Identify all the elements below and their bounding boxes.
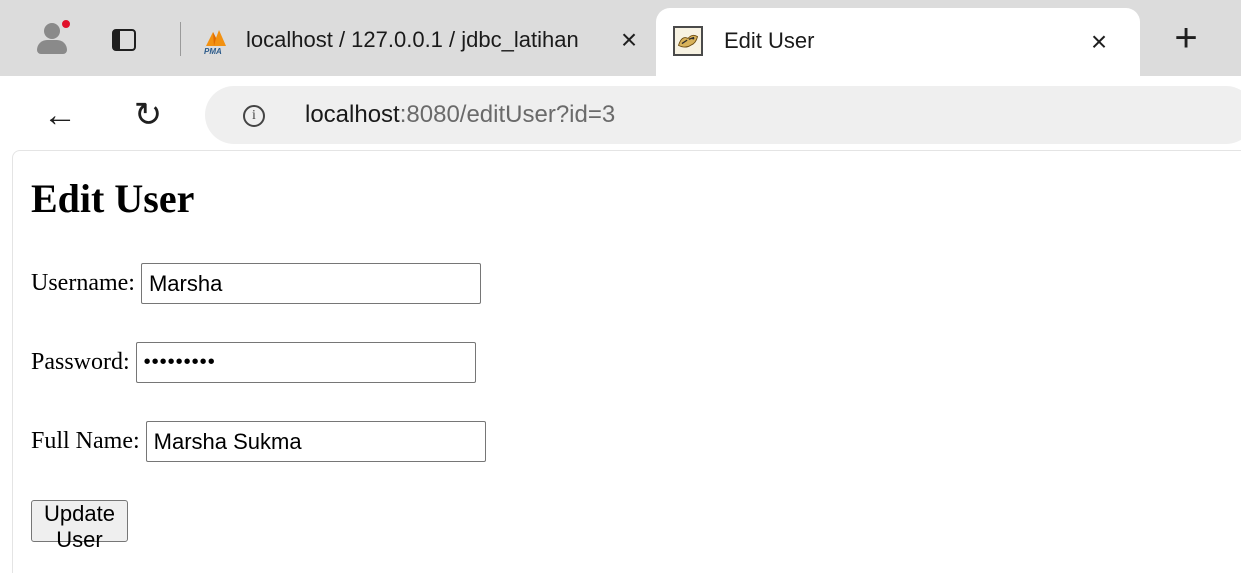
url-path: :8080/editUser?id=3 — [399, 101, 616, 128]
password-label: Password: — [31, 349, 130, 375]
avatar-body — [37, 40, 67, 54]
back-arrow-icon[interactable]: ← — [40, 95, 80, 135]
svg-text:PMA: PMA — [204, 47, 222, 56]
phpmyadmin-icon: PMA — [204, 30, 226, 56]
username-row: Username: — [31, 263, 481, 304]
username-label: Username: — [31, 270, 135, 296]
update-user-button[interactable]: Update User — [31, 500, 128, 552]
address-bar[interactable]: i localhost:8080/editUser?id=3 — [205, 86, 1241, 144]
password-input[interactable] — [135, 342, 476, 383]
tab-title: Edit User — [724, 28, 815, 53]
tab-bar: PMA localhost / 127.0.0.1 / jdbc_latihan… — [0, 0, 1241, 76]
tomcat-icon — [673, 26, 703, 56]
tab-divider — [180, 22, 181, 56]
fullname-row: Full Name: — [31, 421, 486, 462]
tab-title: localhost / 127.0.0.1 / jdbc_latihan — [246, 27, 606, 53]
close-tab-icon[interactable]: × — [1084, 27, 1114, 57]
page-viewport: Edit User Username: Password: Full Name:… — [12, 150, 1241, 573]
fullname-input[interactable] — [145, 421, 486, 462]
password-row: Password: — [31, 342, 476, 383]
reload-icon[interactable]: ↻ — [128, 95, 168, 135]
tab-phpmyadmin[interactable]: PMA localhost / 127.0.0.1 / jdbc_latihan… — [190, 10, 652, 76]
tab-edit-user[interactable]: Edit User × — [656, 8, 1140, 76]
new-tab-icon[interactable]: + — [1166, 18, 1206, 58]
url-host: localhost — [305, 101, 400, 128]
browser-toolbar: ← ↻ i localhost:8080/editUser?id=3 — [0, 76, 1241, 150]
url-text[interactable]: localhost:8080/editUser?id=3 — [305, 101, 615, 129]
avatar-head — [44, 23, 60, 39]
fullname-label: Full Name: — [31, 428, 140, 454]
tab-actions-icon[interactable] — [112, 29, 136, 51]
page-title: Edit User — [31, 176, 195, 221]
username-input[interactable] — [140, 263, 481, 304]
profile-avatar-icon[interactable] — [32, 18, 72, 58]
close-tab-icon[interactable]: × — [614, 25, 644, 55]
site-info-icon[interactable]: i — [243, 105, 265, 127]
notification-badge — [60, 18, 72, 30]
